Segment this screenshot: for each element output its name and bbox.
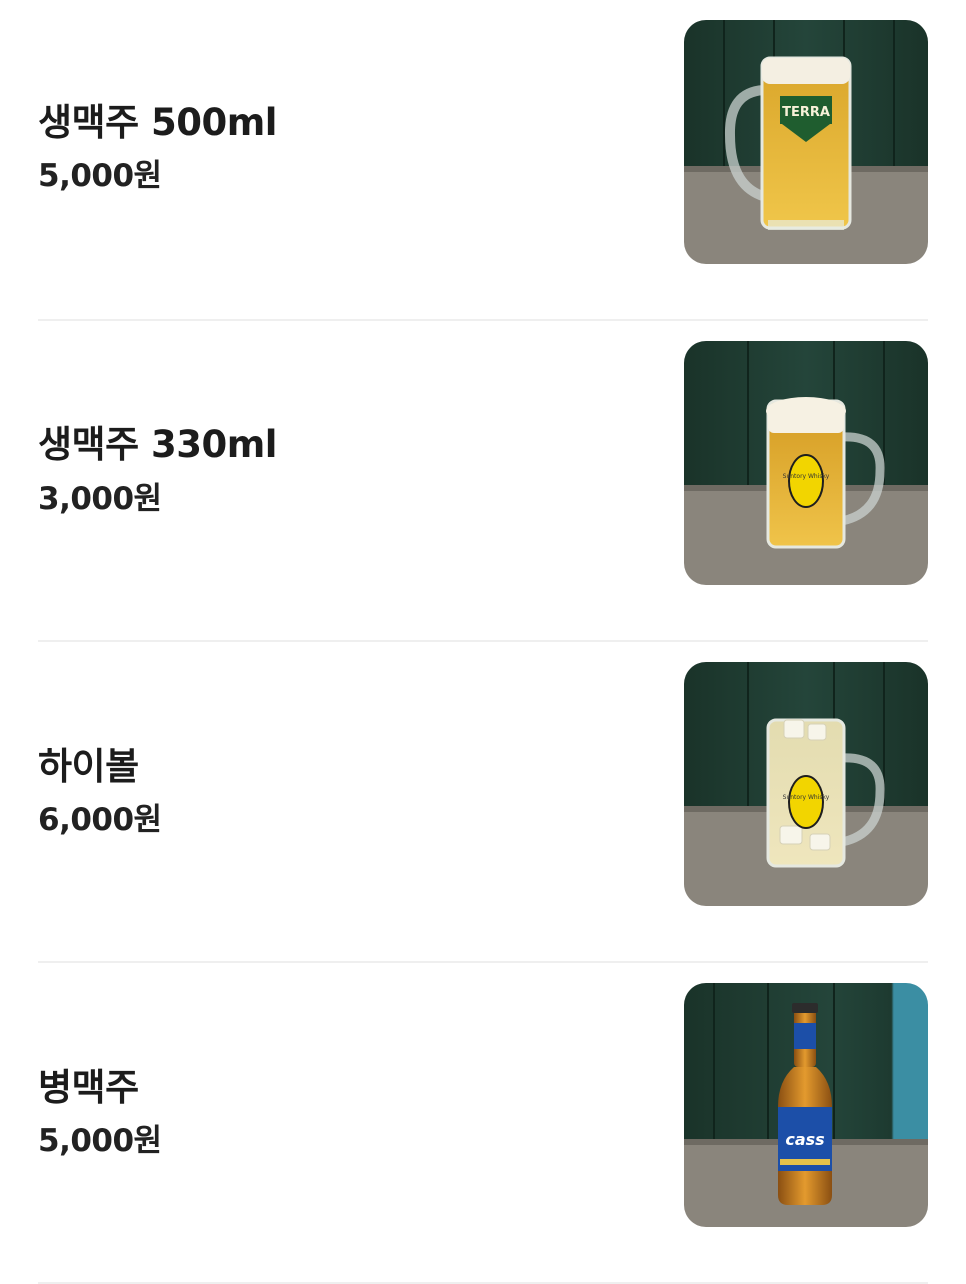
small-beer-mug-icon: Suntory Whisky: [684, 341, 928, 585]
label-text: cass: [785, 1130, 824, 1149]
beer-bottle-icon: cass: [684, 983, 928, 1227]
menu-item-draft-beer-330[interactable]: 생맥주 330ml 3,000원 Suntory Whisky: [38, 321, 928, 642]
menu-item-highball[interactable]: 하이볼 6,000원 Suntory Whisky: [38, 642, 928, 963]
menu-item-name: 하이볼: [38, 745, 139, 788]
menu-item-name: 병맥주: [38, 1066, 139, 1109]
menu-item-bottled-beer[interactable]: 병맥주 5,000원 cass: [38, 963, 928, 1284]
label-text: TERRA: [782, 105, 830, 120]
menu-item-name: 생맥주 330ml: [38, 423, 277, 466]
label-text: Suntory Whisky: [783, 473, 830, 480]
menu-item-name: 생맥주 500ml: [38, 101, 277, 144]
menu-item-price: 3,000원: [38, 481, 162, 517]
menu-item-draft-beer-500[interactable]: 생맥주 500ml 5,000원 TERRA: [38, 0, 928, 321]
menu-item-price: 6,000원: [38, 802, 162, 838]
label-text: Suntory Whisky: [783, 794, 830, 801]
draft-beer-mug-icon: TERRA: [684, 20, 928, 264]
menu-item-price: 5,000원: [38, 1123, 162, 1159]
menu-item-price: 5,000원: [38, 158, 162, 194]
highball-mug-icon: Suntory Whisky: [684, 662, 928, 906]
